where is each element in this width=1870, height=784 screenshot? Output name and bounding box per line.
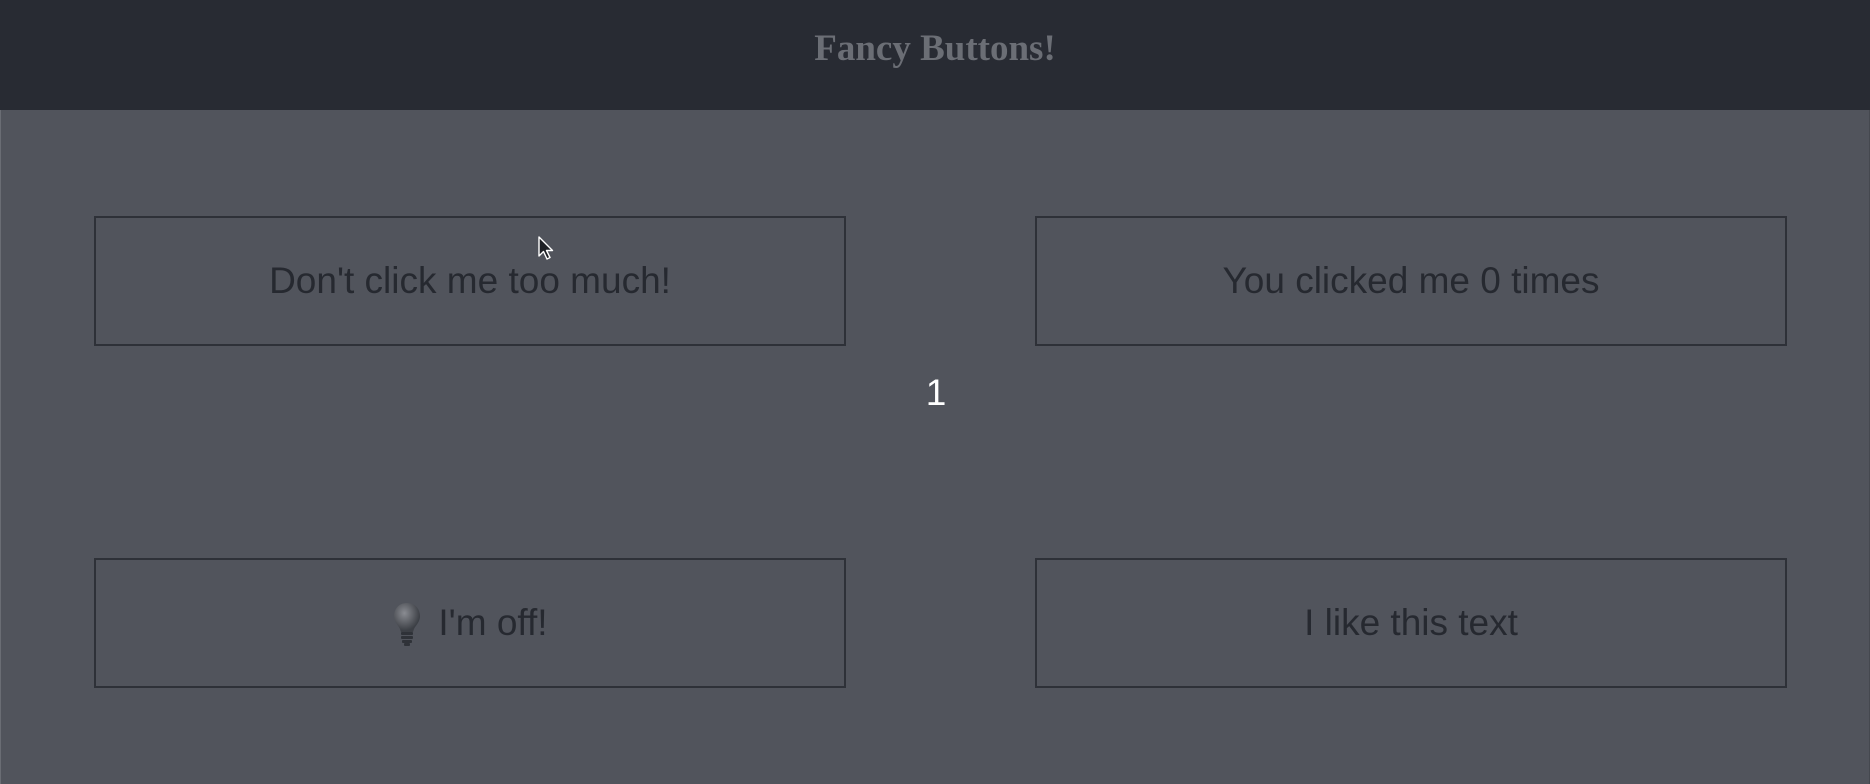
like-text-button-label: I like this text [1304,602,1518,643]
light-toggle-button-label: I'm off! [438,602,548,643]
page-title: Fancy Buttons! [814,27,1056,69]
click-counter-button-label: You clicked me 0 times [1222,260,1600,301]
like-text-button[interactable]: I like this text [1035,558,1787,688]
dont-click-button[interactable]: Don't click me too much! [94,216,846,346]
counter-value: 1 [925,372,947,413]
lightbulb-icon [392,601,422,647]
light-toggle-button[interactable]: I'm off! [94,558,846,688]
page-header: Fancy Buttons! [0,0,1870,110]
dont-click-button-label: Don't click me too much! [269,260,671,301]
main-content: Don't click me too much! You clicked me … [0,110,1870,784]
click-counter-button[interactable]: You clicked me 0 times [1035,216,1787,346]
